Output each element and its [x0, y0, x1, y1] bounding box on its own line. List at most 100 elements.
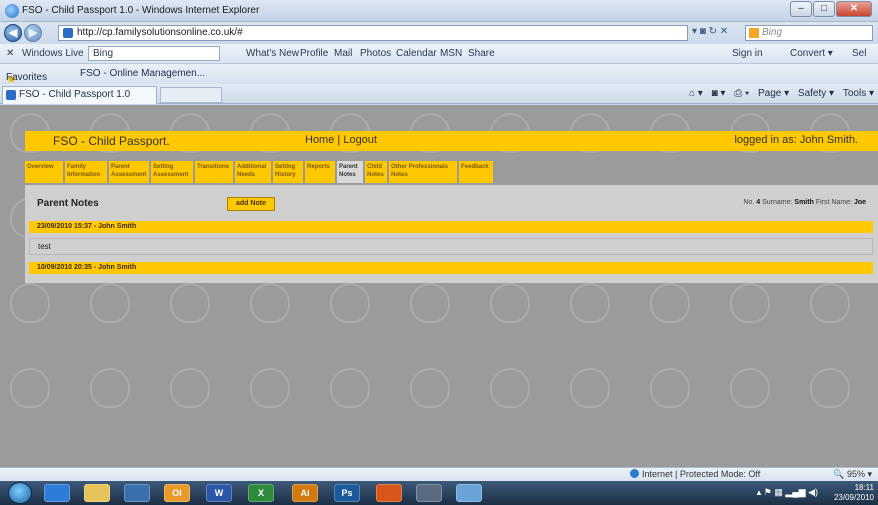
- app-header: FSO - Child Passport. Home | Logout logg…: [25, 131, 878, 151]
- tab-overview[interactable]: Overview: [25, 161, 63, 183]
- taskbar-word-icon[interactable]: W: [206, 484, 232, 502]
- tab-feedback[interactable]: Feedback: [459, 161, 493, 183]
- tab-parent-assessment[interactable]: Parent Assessment: [109, 161, 149, 183]
- taskbar-media-icon[interactable]: [124, 484, 150, 502]
- tab-setting-assessment[interactable]: Setting Assessment: [151, 161, 193, 183]
- taskbar-outlook-icon[interactable]: Ol: [164, 484, 190, 502]
- page-icon: [63, 28, 73, 38]
- egg-pattern-shape: [250, 283, 290, 323]
- tab-transitions[interactable]: Transitions: [195, 161, 233, 183]
- egg-pattern-shape: [410, 283, 450, 323]
- live-link-msn[interactable]: MSN: [440, 48, 462, 59]
- no-value: 4: [756, 199, 761, 206]
- logged-in-label: logged in as: John Smith.: [734, 134, 858, 146]
- live-link-share[interactable]: Share: [468, 48, 495, 59]
- egg-pattern-shape: [570, 368, 610, 408]
- browser-tab-label: FSO - Child Passport 1.0: [19, 89, 131, 100]
- egg-pattern-shape: [250, 368, 290, 408]
- address-input[interactable]: http://cp.familysolutionsonline.co.uk/#: [58, 25, 688, 41]
- live-link-whats-new[interactable]: What's New: [246, 48, 299, 59]
- safety-menu[interactable]: Safety ▾: [798, 88, 834, 99]
- minimize-button[interactable]: –: [790, 1, 812, 17]
- favorites-item[interactable]: FSO - Online Managemen...: [80, 68, 205, 79]
- top-nav: Home | Logout: [305, 134, 377, 146]
- egg-pattern-shape: [90, 283, 130, 323]
- browser-tab[interactable]: FSO - Child Passport 1.0: [2, 86, 157, 104]
- home-icon[interactable]: ⌂ ▾: [689, 88, 703, 99]
- live-search-input[interactable]: Bing: [88, 46, 220, 61]
- zoom-level: 95%: [846, 469, 865, 479]
- home-link[interactable]: Home: [305, 134, 334, 146]
- new-tab-button[interactable]: [160, 87, 222, 103]
- window-titlebar: FSO - Child Passport 1.0 - Windows Inter…: [0, 0, 878, 22]
- taskbar-firefox-icon[interactable]: [376, 484, 402, 502]
- tab-family-information[interactable]: Family Information: [65, 161, 107, 183]
- address-url: http://cp.familysolutionsonline.co.uk/#: [77, 27, 243, 38]
- windows-live-brand[interactable]: Windows Live: [22, 48, 84, 59]
- egg-pattern-shape: [730, 368, 770, 408]
- note-header[interactable]: 23/09/2010 15:37 - John Smith: [29, 221, 873, 233]
- nav-separator: |: [337, 134, 341, 146]
- search-input[interactable]: Bing: [745, 25, 873, 41]
- note-header[interactable]: 10/09/2010 20:35 - John Smith: [29, 262, 873, 274]
- clock-date: 23/09/2010: [833, 493, 874, 502]
- logout-link[interactable]: Logout: [343, 134, 377, 146]
- taskbar-illustrator-icon[interactable]: Ai: [292, 484, 318, 502]
- page-content: FSO - Child Passport. Home | Logout logg…: [0, 105, 878, 467]
- egg-pattern-shape: [650, 283, 690, 323]
- panel-title: Parent Notes: [37, 198, 99, 209]
- address-row: ◀ ▶ http://cp.familysolutionsonline.co.u…: [0, 22, 878, 44]
- live-toolbar: ✕ Windows Live Bing What's New Profile M…: [0, 44, 878, 64]
- close-button[interactable]: ✕: [836, 1, 872, 17]
- bing-icon: [749, 28, 759, 38]
- tab-setting-history[interactable]: Setting History: [273, 161, 303, 183]
- live-link-calendar[interactable]: Calendar: [396, 48, 437, 59]
- tab-other-professionals-notes[interactable]: Other Professionals Notes: [389, 161, 457, 183]
- forward-icon[interactable]: ▶: [24, 24, 42, 42]
- command-bar: ⌂ ▾ ◙ ▾ ⎙ ▾ Page ▾ Safety ▾ Tools ▾: [683, 88, 874, 99]
- feeds-icon[interactable]: ◙ ▾: [712, 88, 726, 99]
- live-toolbar-close[interactable]: ✕: [6, 48, 14, 59]
- taskbar-ie-icon[interactable]: [44, 484, 70, 502]
- select-button[interactable]: Sel: [852, 48, 866, 59]
- taskbar-photoshop-icon[interactable]: Ps: [334, 484, 360, 502]
- taskbar: Ol W X Ai Ps ▴ ⚑ ▦ ▂▄▆ ◀) 18:11 23/09/20…: [0, 481, 878, 505]
- tab-additional-needs[interactable]: Additional Needs: [235, 161, 271, 183]
- tab-child-notes[interactable]: Child Notes: [365, 161, 387, 183]
- taskbar-explorer-icon[interactable]: [84, 484, 110, 502]
- tray-icons[interactable]: ▴ ⚑ ▦ ▂▄▆ ◀): [757, 487, 818, 498]
- no-label: No.: [743, 199, 755, 206]
- egg-pattern-shape: [570, 283, 610, 323]
- taskbar-excel-icon[interactable]: X: [248, 484, 274, 502]
- egg-pattern-shape: [330, 283, 370, 323]
- tab-reports[interactable]: Reports: [305, 161, 335, 183]
- tray-clock[interactable]: 18:11 23/09/2010: [834, 483, 874, 503]
- tab-page-icon: [6, 90, 16, 100]
- globe-icon: [630, 469, 639, 478]
- live-link-photos[interactable]: Photos: [360, 48, 391, 59]
- live-link-profile[interactable]: Profile: [300, 48, 328, 59]
- security-zone[interactable]: Internet | Protected Mode: Off: [630, 469, 760, 479]
- sign-in-link[interactable]: Sign in: [732, 48, 763, 59]
- start-button[interactable]: [8, 482, 32, 504]
- back-icon[interactable]: ◀: [4, 24, 22, 42]
- maximize-button[interactable]: □: [813, 1, 835, 17]
- tab-parent-notes[interactable]: Parent Notes: [337, 161, 363, 183]
- zoom-control[interactable]: 🔍 95% ▾: [833, 469, 872, 480]
- page-menu[interactable]: Page ▾: [758, 88, 789, 99]
- ie-logo-icon: [5, 4, 19, 18]
- surname-label: Surname:: [762, 199, 793, 206]
- favorites-bar: ★ Favorites FSO - Online Managemen...: [0, 64, 878, 86]
- firstname-value: Joe: [853, 199, 866, 206]
- address-actions[interactable]: ▾ ◙ ↻ ✕: [692, 26, 728, 37]
- print-icon[interactable]: ⎙ ▾: [734, 88, 749, 99]
- zone-label: Internet | Protected Mode: Off: [642, 469, 761, 479]
- taskbar-app-icon[interactable]: [416, 484, 442, 502]
- firstname-label: First Name:: [815, 199, 852, 206]
- egg-pattern-shape: [490, 368, 530, 408]
- convert-button[interactable]: Convert ▾: [790, 48, 833, 59]
- live-link-mail[interactable]: Mail: [334, 48, 352, 59]
- tools-menu[interactable]: Tools ▾: [843, 88, 874, 99]
- taskbar-app-icon[interactable]: [456, 484, 482, 502]
- add-note-button[interactable]: add Note: [227, 197, 275, 211]
